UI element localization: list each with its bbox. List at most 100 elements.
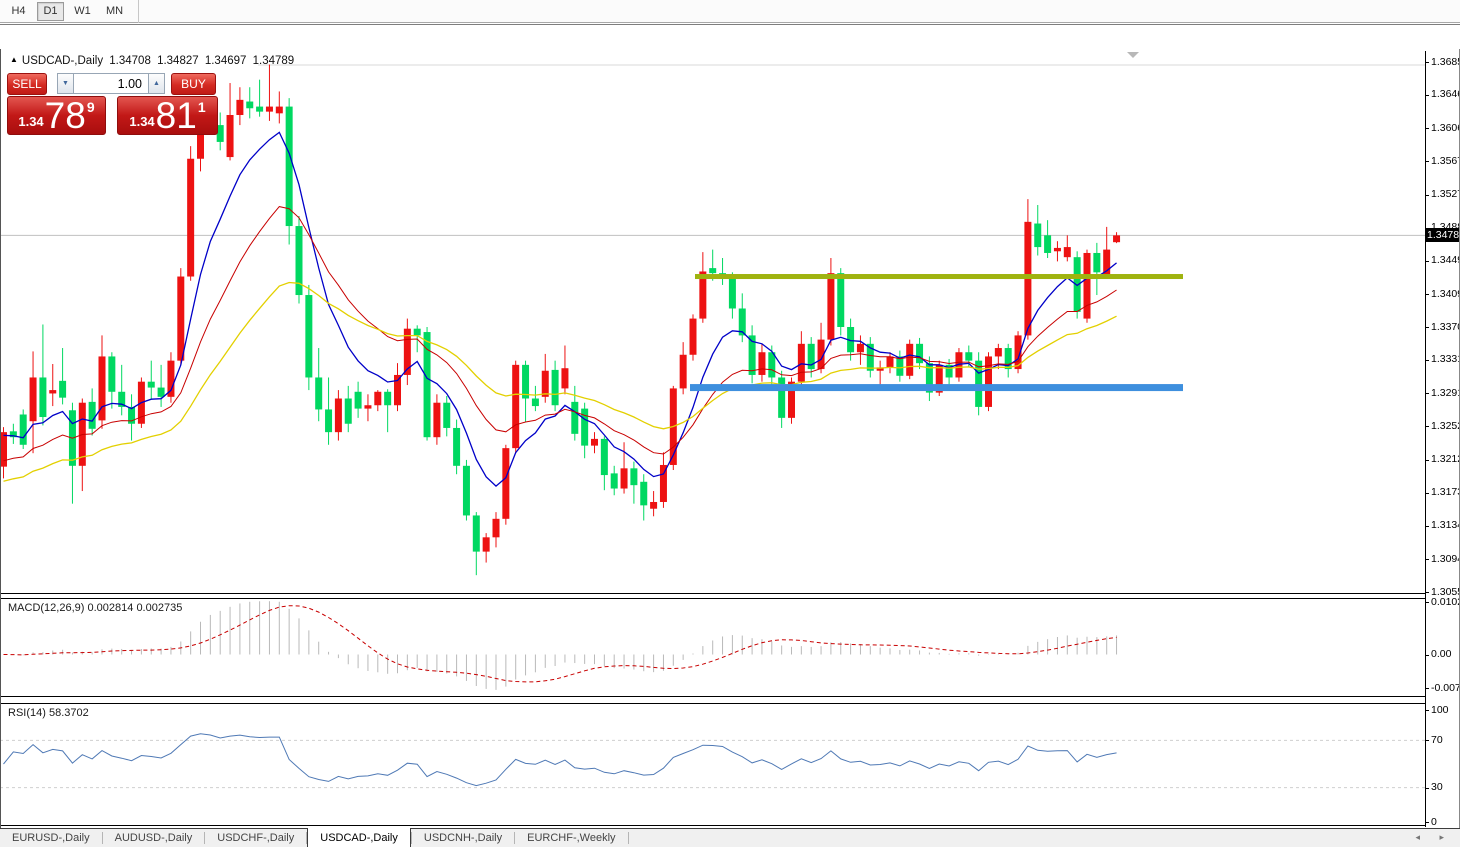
price-tick-1.31730-tick <box>1425 493 1429 494</box>
price-tick-1.35670-tick <box>1425 161 1429 162</box>
tab-usdchf[interactable]: USDCHF-,Daily <box>205 829 306 847</box>
macd-histogram <box>4 601 1117 690</box>
symbol-tab-strip: EURUSD-,DailyAUDUSD-,DailyUSDCHF-,DailyU… <box>0 828 1460 847</box>
tab-eurusd[interactable]: EURUSD-,Daily <box>0 829 102 847</box>
macd-canvas[interactable] <box>0 598 1425 696</box>
macd-tick-0.010229-tick <box>1425 602 1429 603</box>
macd-tick-0.00-tick <box>1425 655 1429 656</box>
price-tick-1.32910: 1.32910 <box>1431 387 1460 399</box>
rsi-tick-0: 0 <box>1431 816 1437 828</box>
resistance-ray <box>695 274 1183 279</box>
timeframe-button-w1[interactable]: W1 <box>69 2 96 21</box>
ohlc-high: 1.34827 <box>157 55 199 67</box>
rsi-tick-0-tick <box>1425 822 1429 823</box>
price-tick-1.35270-tick <box>1425 195 1429 196</box>
candles-group <box>0 65 1120 576</box>
volume-increase-button[interactable]: ▲ <box>148 73 165 94</box>
rsi-canvas[interactable] <box>0 703 1425 825</box>
tab-scroll-left-icon[interactable]: ◂ <box>1415 832 1420 843</box>
timeframe-toolbar: H4 D1 W1 MN <box>0 0 1460 23</box>
rsi-value: 58.3702 <box>49 707 89 719</box>
ohlc-low: 1.34697 <box>205 55 247 67</box>
rsi-line <box>4 734 1117 786</box>
price-tick-1.36060-tick <box>1425 128 1429 129</box>
macd-panel-bottom-border <box>0 696 1425 697</box>
price-tick-1.32520-tick <box>1425 426 1429 427</box>
ask-prefix: 1.34 <box>129 114 154 129</box>
price-tick-1.32520: 1.32520 <box>1431 420 1460 432</box>
price-tick-1.32910-tick <box>1425 393 1429 394</box>
window-left-border <box>0 49 1 847</box>
price-tick-1.30940: 1.30940 <box>1431 553 1460 565</box>
price-tick-1.33310-tick <box>1425 360 1429 361</box>
sell-button[interactable]: SELL <box>7 73 47 95</box>
timeframe-buttons: H4 D1 W1 MN <box>0 2 128 21</box>
ohlc-close: 1.34789 <box>253 55 295 67</box>
one-click-trade-panel: SELL ▼ ▲ BUY 1.34 78 9 1.34 81 1 <box>7 73 219 135</box>
fast-ma-line <box>4 132 1117 486</box>
macd-name: MACD(12,26,9) <box>8 602 84 614</box>
bid-point: 9 <box>87 99 95 115</box>
toolbar-separator <box>138 0 139 23</box>
price-tick-1.31340: 1.31340 <box>1431 519 1460 531</box>
price-tick-1.33310: 1.33310 <box>1431 353 1460 365</box>
macd-label: MACD(12,26,9) 0.002814 0.002735 <box>8 602 182 614</box>
price-tick-1.34490: 1.34490 <box>1431 254 1460 266</box>
price-tick-1.34090: 1.34090 <box>1431 288 1460 300</box>
tabstrip-border-right <box>411 828 1460 829</box>
price-tick-1.31340-tick <box>1425 526 1429 527</box>
bid-quote-button[interactable]: 1.34 78 9 <box>7 96 106 135</box>
macd-tick--0.007477-tick <box>1425 688 1429 689</box>
tab-usdcad[interactable]: USDCAD-,Daily <box>307 828 411 847</box>
bid-prefix: 1.34 <box>18 114 43 129</box>
price-tick-1.34490-tick <box>1425 261 1429 262</box>
tab-audusd[interactable]: AUDUSD-,Daily <box>103 829 205 847</box>
rsi-tick-100-tick <box>1425 710 1429 711</box>
price-tick-1.32120-tick <box>1425 460 1429 461</box>
price-tick-1.35270: 1.35270 <box>1431 188 1460 200</box>
rsi-tick-30-tick <box>1425 788 1429 789</box>
symbol-label: USDCAD-,Daily <box>22 55 103 67</box>
price-tick-1.36060: 1.36060 <box>1431 122 1460 134</box>
price-tick-1.33700: 1.33700 <box>1431 321 1460 333</box>
price-tick-1.36850-tick <box>1425 62 1429 63</box>
ohlc-open: 1.34708 <box>109 55 151 67</box>
tab-usdcnh[interactable]: USDCNH-,Daily <box>412 829 514 847</box>
current-price-tag: 1.34789 <box>1425 228 1460 242</box>
volume-stepper: ▼ ▲ <box>57 73 165 95</box>
price-axis[interactable]: 1.368501.364601.360601.356701.352701.348… <box>1425 51 1460 827</box>
mid-ma-line <box>4 207 1117 461</box>
timeframe-button-h4[interactable]: H4 <box>5 2 32 21</box>
rsi-panel-bottom-border <box>0 825 1425 826</box>
ask-quote-button[interactable]: 1.34 81 1 <box>117 96 218 135</box>
collapse-triangle-icon[interactable]: ▲ <box>10 55 18 64</box>
macd-main-value: 0.002814 <box>87 602 133 614</box>
ask-point: 1 <box>198 99 206 115</box>
macd-tick--0.007477: -0.007477 <box>1431 682 1460 694</box>
buy-button[interactable]: BUY <box>171 73 216 95</box>
tab-scroll-right-icon[interactable]: ▸ <box>1439 832 1444 843</box>
price-tick-1.31730: 1.31730 <box>1431 486 1460 498</box>
rsi-tick-30: 30 <box>1431 781 1443 793</box>
price-tick-1.30940-tick <box>1425 559 1429 560</box>
timeframe-button-mn[interactable]: MN <box>101 2 128 21</box>
trading-platform-window: H4D1W1MN ▲USDCAD-,Daily 1.34708 1.34827 … <box>0 0 1460 847</box>
macd-signal-value: 0.002735 <box>136 602 182 614</box>
volume-decrease-button[interactable]: ▼ <box>57 73 74 94</box>
price-tick-1.36460-tick <box>1425 95 1429 96</box>
volume-input[interactable] <box>74 73 148 94</box>
timeframe-button-d1[interactable]: D1 <box>37 2 64 21</box>
bid-pips: 78 <box>45 99 86 132</box>
macd-tick-0.00: 0.00 <box>1431 648 1451 660</box>
ask-pips: 81 <box>156 99 197 132</box>
tab-eurchf[interactable]: EURCHF-,Weekly <box>515 829 627 847</box>
price-tick-1.33700-tick <box>1425 327 1429 328</box>
price-tick-1.34090-tick <box>1425 294 1429 295</box>
price-tick-1.36460: 1.36460 <box>1431 88 1460 100</box>
price-tick-1.36850: 1.36850 <box>1431 56 1460 68</box>
tabstrip-border-left <box>0 828 307 829</box>
rsi-tick-100: 100 <box>1431 704 1449 716</box>
rsi-name: RSI(14) <box>8 707 46 719</box>
rsi-tick-70-tick <box>1425 740 1429 741</box>
chart-shift-marker-icon <box>1127 52 1139 58</box>
